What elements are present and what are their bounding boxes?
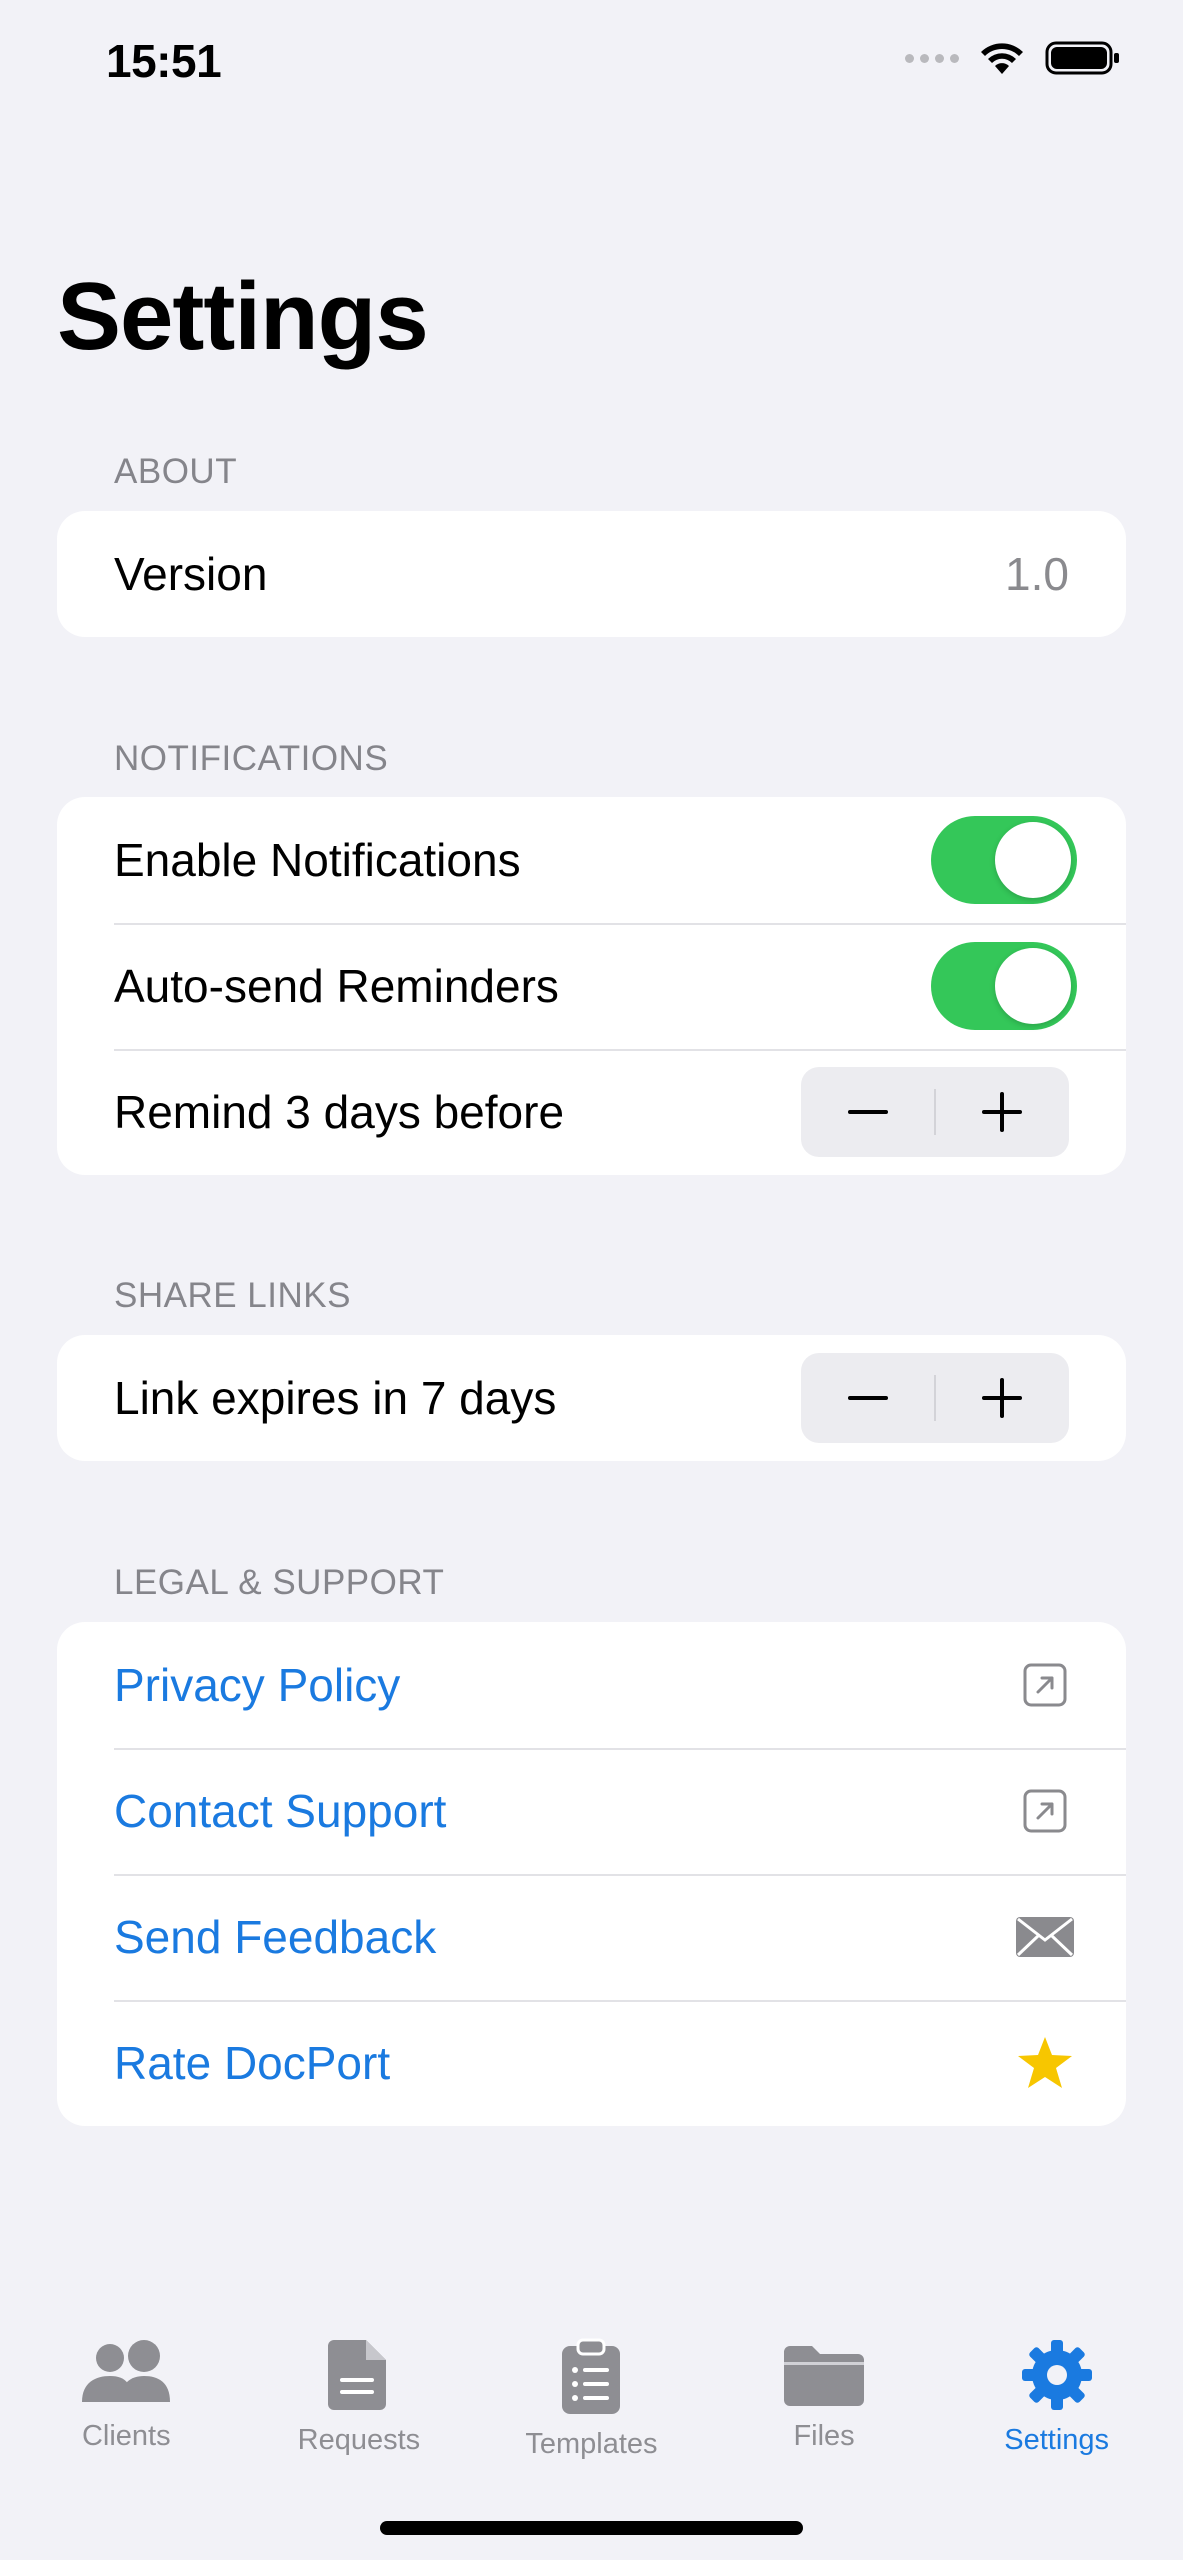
star-icon: [1018, 2037, 1072, 2088]
section-header-notifications: NOTIFICATIONS: [114, 739, 389, 778]
cellular-signal-icon: [905, 53, 959, 63]
privacy-policy-link[interactable]: Privacy Policy: [114, 1658, 400, 1712]
minus-icon: [848, 1396, 888, 1400]
status-time: 15:51: [106, 35, 222, 87]
link-expires-stepper: [801, 1353, 1069, 1443]
remind-days-label: Remind 3 days before: [114, 1086, 565, 1138]
gear-icon: [1021, 2340, 1092, 2410]
auto-send-reminders-label: Auto-send Reminders: [114, 960, 559, 1012]
contact-support-row[interactable]: Contact Support: [57, 1748, 1126, 1874]
version-value: 1.0: [1005, 548, 1069, 600]
tab-clients[interactable]: Clients: [11, 2320, 241, 2560]
version-label: Version: [114, 548, 268, 600]
version-row: Version 1.0: [57, 511, 1126, 637]
section-header-about: ABOUT: [114, 452, 238, 491]
clipboard-icon: [562, 2338, 621, 2414]
remind-days-row: Remind 3 days before: [57, 1049, 1126, 1175]
privacy-policy-row[interactable]: Privacy Policy: [57, 1622, 1126, 1748]
auto-send-reminders-toggle[interactable]: [931, 942, 1077, 1030]
link-expires-row: Link expires in 7 days: [57, 1335, 1126, 1461]
page-title: Settings: [57, 263, 429, 370]
plus-icon: [982, 1092, 1022, 1132]
send-feedback-link[interactable]: Send Feedback: [114, 1910, 436, 1964]
about-card: Version 1.0: [57, 511, 1126, 637]
envelope-icon: [1016, 1917, 1074, 1957]
legal-support-card: Privacy Policy Contact Support Send Feed…: [57, 1622, 1126, 2126]
settings-screen: 15:51 Settings ABOUT Version 1.0 NOTIFIC…: [0, 0, 1183, 2560]
notifications-card: Enable Notifications Auto-send Reminders…: [57, 797, 1126, 1175]
rate-docport-link[interactable]: Rate DocPort: [114, 2036, 390, 2090]
people-icon: [82, 2340, 171, 2402]
remind-increment-button[interactable]: [935, 1067, 1069, 1157]
enable-notifications-row: Enable Notifications: [57, 797, 1126, 923]
link-expires-label: Link expires in 7 days: [114, 1372, 557, 1424]
expires-increment-button[interactable]: [935, 1353, 1069, 1443]
document-icon: [327, 2340, 386, 2410]
rate-docport-row[interactable]: Rate DocPort: [57, 2000, 1126, 2126]
tab-label: Files: [793, 2420, 855, 2452]
status-indicators: [905, 40, 1121, 76]
plus-icon: [982, 1378, 1022, 1418]
remind-decrement-button[interactable]: [801, 1067, 935, 1157]
auto-send-reminders-row: Auto-send Reminders: [57, 923, 1126, 1049]
wifi-icon: [981, 43, 1023, 74]
section-header-share-links: SHARE LINKS: [114, 1276, 351, 1315]
stepper-divider: [934, 1375, 936, 1421]
tab-label: Settings: [1004, 2424, 1110, 2456]
tab-label: Templates: [525, 2428, 658, 2460]
enable-notifications-label: Enable Notifications: [114, 834, 521, 886]
minus-icon: [848, 1110, 888, 1114]
section-header-legal-support: LEGAL & SUPPORT: [114, 1563, 445, 1602]
battery-icon: [1045, 41, 1119, 75]
tab-label: Clients: [81, 2420, 171, 2452]
expires-decrement-button[interactable]: [801, 1353, 935, 1443]
share-links-card: Link expires in 7 days: [57, 1335, 1126, 1461]
external-link-icon: [1023, 1663, 1067, 1707]
stepper-divider: [934, 1089, 936, 1135]
external-link-icon: [1023, 1789, 1067, 1833]
tab-label: Requests: [297, 2424, 421, 2456]
send-feedback-row[interactable]: Send Feedback: [57, 1874, 1126, 2000]
contact-support-link[interactable]: Contact Support: [114, 1784, 446, 1838]
home-indicator: [380, 2521, 803, 2535]
tab-settings[interactable]: Settings: [942, 2320, 1172, 2560]
enable-notifications-toggle[interactable]: [931, 816, 1077, 904]
remind-days-stepper: [801, 1067, 1069, 1157]
folder-icon: [784, 2346, 865, 2406]
